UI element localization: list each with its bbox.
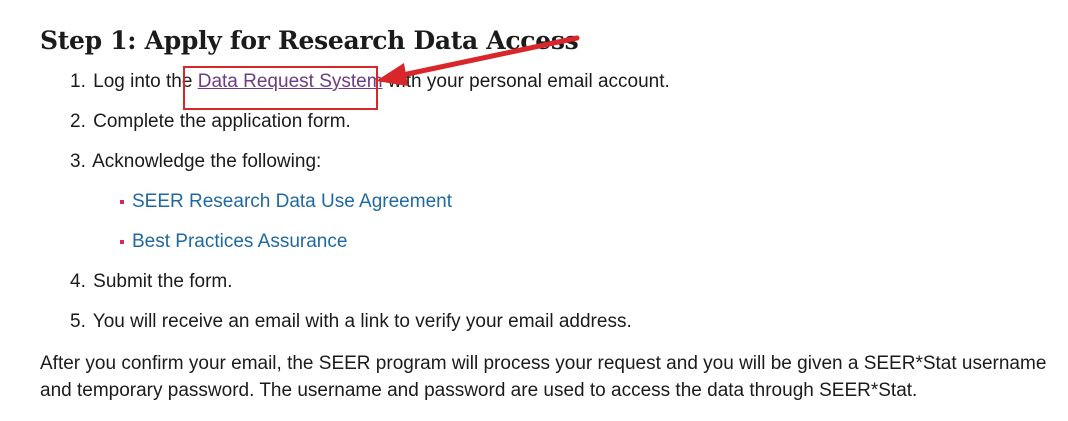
step-text-before: Log into the <box>93 71 193 92</box>
step-text: Acknowledge the following: <box>92 151 322 172</box>
acknowledgement-list: SEER Research Data Use Agreement Best Pr… <box>70 190 1060 254</box>
step-number: 3. <box>70 151 86 172</box>
step-text-after: with your personal email account. <box>387 71 670 92</box>
step-number: 5. <box>70 311 86 332</box>
list-item: Best Practices Assurance <box>118 230 1060 254</box>
step-text: Submit the form. <box>93 271 233 292</box>
square-bullet-icon <box>120 200 124 204</box>
step-5: 5. You will receive an email with a link… <box>70 310 1060 334</box>
step-text: You will receive an email with a link to… <box>92 311 632 332</box>
step-number: 4. <box>70 271 86 292</box>
square-bullet-icon <box>120 240 124 244</box>
annotation-highlight-box <box>183 66 378 110</box>
step-number: 2. <box>70 111 86 132</box>
step-2: 2. Complete the application form. <box>70 110 1060 134</box>
step-text: Complete the application form. <box>93 111 351 132</box>
confirmation-paragraph: After you confirm your email, the SEER p… <box>40 353 1047 401</box>
list-item: SEER Research Data Use Agreement <box>118 190 1060 214</box>
page-heading: Step 1: Apply for Research Data Access <box>40 26 579 55</box>
step-number: 1. <box>70 71 86 92</box>
data-use-agreement-link[interactable]: SEER Research Data Use Agreement <box>132 190 452 214</box>
best-practices-link[interactable]: Best Practices Assurance <box>132 230 347 254</box>
step-3: 3. Acknowledge the following: SEER Resea… <box>70 150 1060 254</box>
step-4: 4. Submit the form. <box>70 270 1060 294</box>
